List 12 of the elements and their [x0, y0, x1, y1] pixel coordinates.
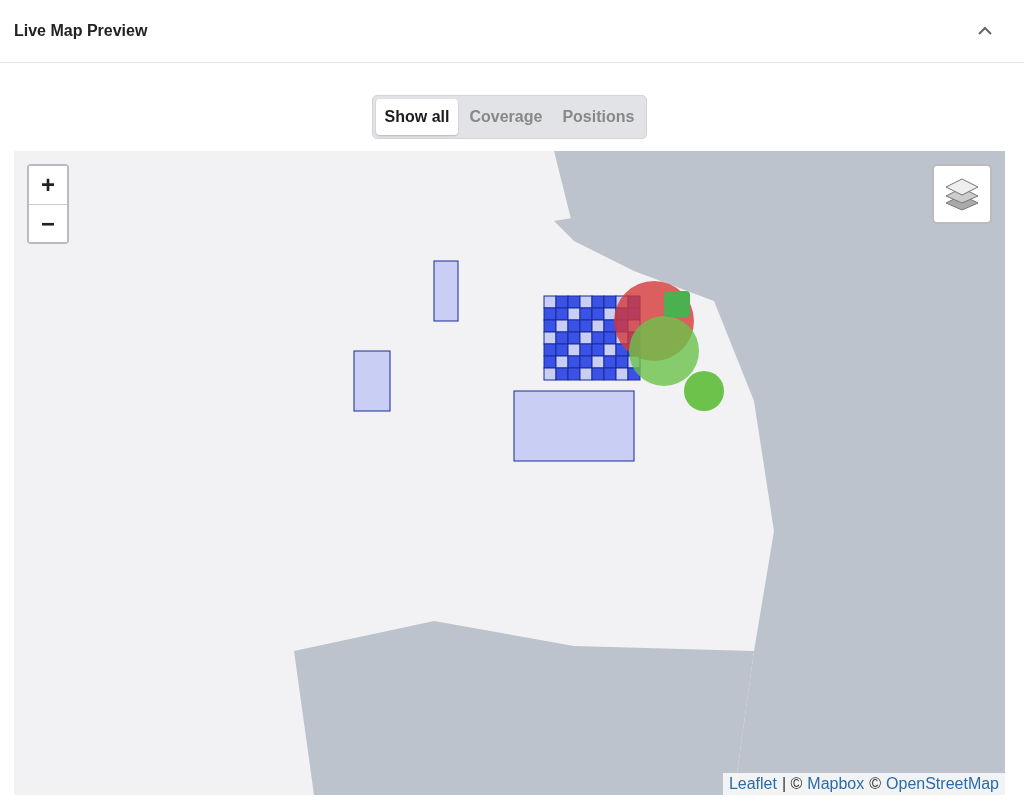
panel-title: Live Map Preview: [14, 22, 148, 40]
layers-icon: [944, 177, 980, 211]
zoom-out-button[interactable]: −: [29, 204, 67, 242]
attribution-link[interactable]: OpenStreetMap: [886, 775, 999, 793]
attribution-text: ©: [869, 775, 882, 793]
attribution-link[interactable]: Mapbox: [807, 775, 865, 793]
view-tab[interactable]: Coverage: [460, 99, 552, 135]
view-tab[interactable]: Positions: [553, 99, 644, 135]
attribution-text: | ©: [781, 775, 803, 793]
attribution-link[interactable]: Leaflet: [728, 775, 777, 793]
view-tab[interactable]: Show all: [375, 99, 459, 135]
layers-button[interactable]: [932, 164, 992, 224]
